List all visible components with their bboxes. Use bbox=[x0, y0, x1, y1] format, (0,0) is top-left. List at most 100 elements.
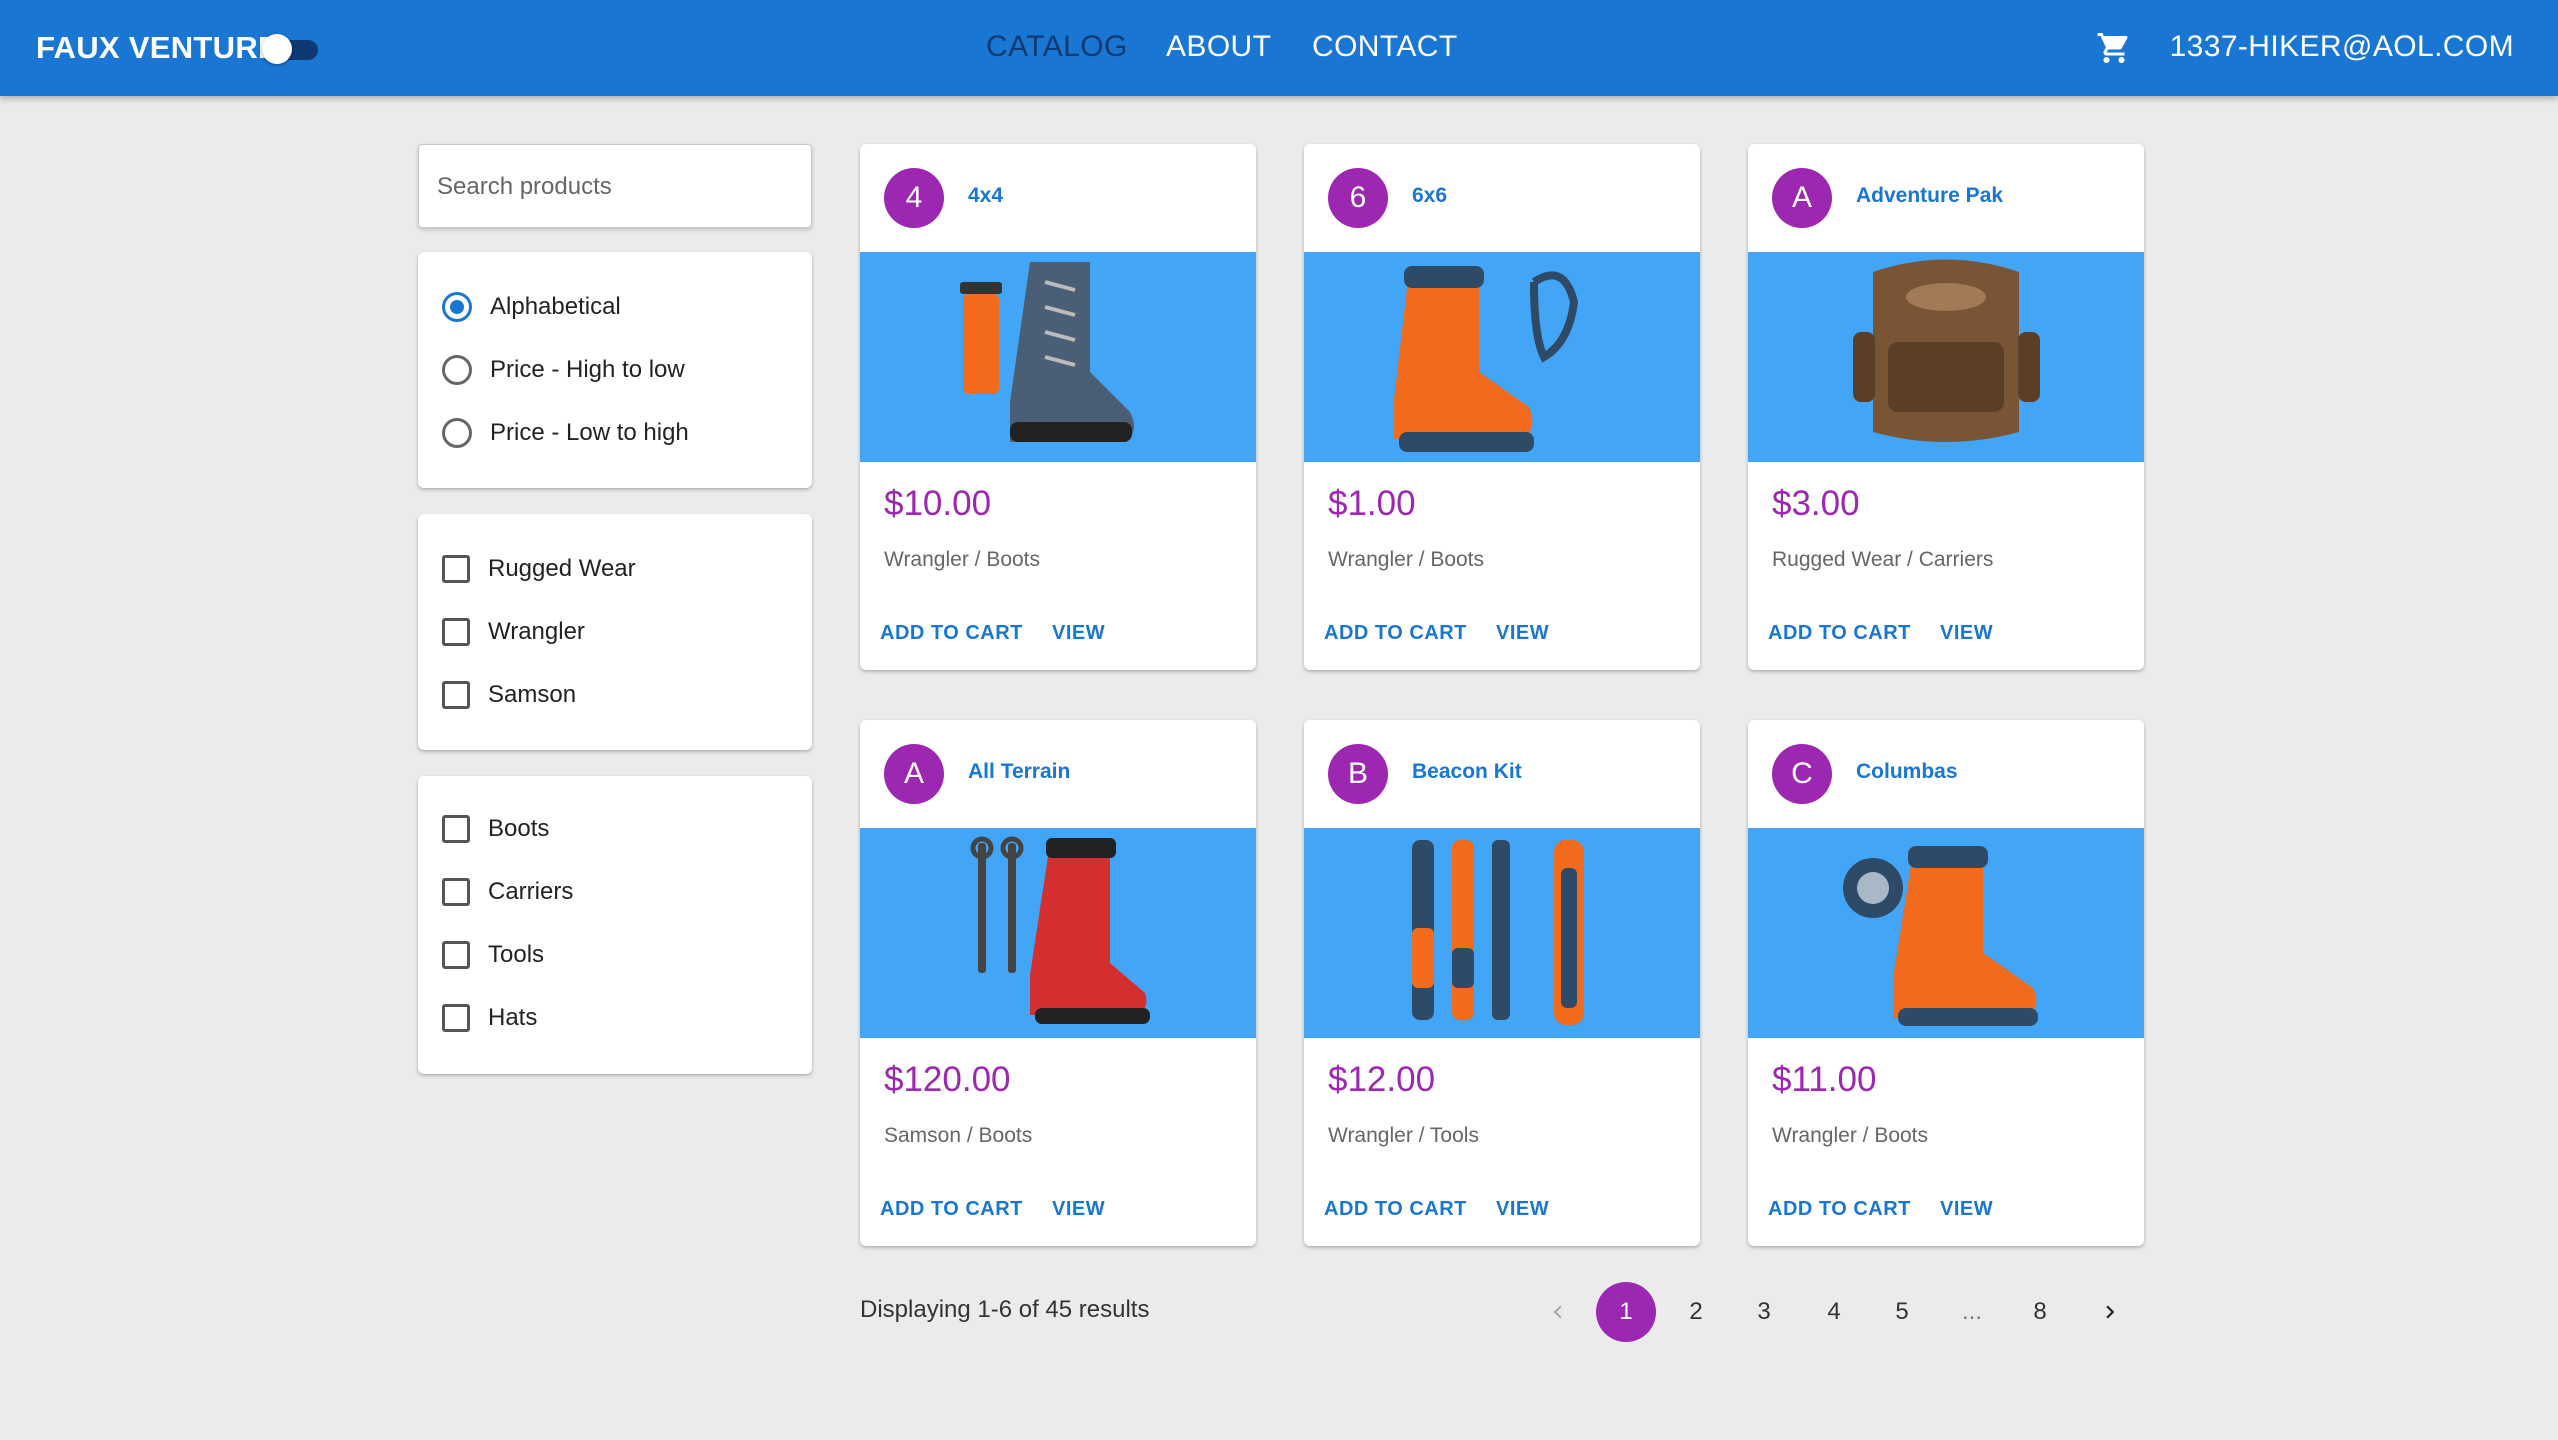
avatar: B bbox=[1328, 744, 1388, 804]
sort-panel: Alphabetical Price - High to low Price -… bbox=[418, 252, 812, 488]
brand-filter-panel: Rugged Wear Wrangler Samson bbox=[418, 514, 812, 750]
add-to-cart-button[interactable]: ADD TO CART bbox=[1768, 1198, 1911, 1221]
product-card: A Adventure Pak $3.00 Rugged Wear / Carr… bbox=[1748, 144, 2144, 670]
sort-option-label: Alphabetical bbox=[490, 293, 621, 320]
checkbox-icon[interactable] bbox=[442, 878, 470, 906]
page-2-button[interactable]: 2 bbox=[1666, 1282, 1726, 1342]
sort-option-label: Price - High to low bbox=[490, 356, 685, 383]
checkbox-icon[interactable] bbox=[442, 555, 470, 583]
product-card: 4 4x4 $10.00 Wrangler / Boots ADD TO CAR… bbox=[860, 144, 1256, 670]
page-ellipsis: ... bbox=[1961, 1298, 1982, 1325]
product-card: A All Terrain $120.00 Samson / Boots ADD… bbox=[860, 720, 1256, 1246]
product-title[interactable]: 6x6 bbox=[1412, 184, 1447, 208]
product-price: $11.00 bbox=[1772, 1060, 1877, 1099]
nav-contact[interactable]: CONTACT bbox=[1312, 30, 1458, 64]
avatar: A bbox=[884, 744, 944, 804]
brand-filter-rugged-wear[interactable]: Rugged Wear bbox=[442, 549, 636, 589]
view-button[interactable]: VIEW bbox=[1940, 622, 1993, 645]
brand-filter-samson[interactable]: Samson bbox=[442, 675, 576, 715]
checkbox-icon[interactable] bbox=[442, 815, 470, 843]
product-meta: Rugged Wear / Carriers bbox=[1772, 548, 1994, 571]
next-page-button[interactable] bbox=[2080, 1282, 2140, 1342]
app-bar: FAUX VENTURE CATALOG ABOUT CONTACT 1337-… bbox=[0, 0, 2558, 96]
product-meta: Wrangler / Boots bbox=[1328, 548, 1485, 571]
page-1-button[interactable]: 1 bbox=[1596, 1282, 1656, 1342]
sort-option-label: Price - Low to high bbox=[490, 419, 689, 446]
shopping-cart-icon[interactable] bbox=[2096, 30, 2132, 66]
product-title[interactable]: 4x4 bbox=[968, 184, 1003, 208]
category-filter-tools[interactable]: Tools bbox=[442, 935, 544, 975]
view-button[interactable]: VIEW bbox=[1496, 1198, 1549, 1221]
chevron-left-icon bbox=[1553, 1305, 1562, 1319]
radio-unchecked-icon[interactable] bbox=[442, 355, 472, 385]
category-filter-boots[interactable]: Boots bbox=[442, 809, 549, 849]
brand-filter-wrangler[interactable]: Wrangler bbox=[442, 612, 585, 652]
product-image[interactable] bbox=[1304, 828, 1700, 1038]
product-card: 6 6x6 $1.00 Wrangler / Boots ADD TO CART… bbox=[1304, 144, 1700, 670]
tools-image bbox=[1412, 840, 1584, 1025]
category-filter-panel: Boots Carriers Tools Hats bbox=[418, 776, 812, 1074]
user-email[interactable]: 1337-HIKER@AOL.COM bbox=[2170, 30, 2514, 64]
category-filter-hats[interactable]: Hats bbox=[442, 998, 537, 1038]
product-card: B Beacon Kit $12.00 Wrangler / Tools ADD… bbox=[1304, 720, 1700, 1246]
search-input[interactable] bbox=[437, 167, 797, 207]
brand-filter-label: Samson bbox=[488, 681, 577, 708]
brand-title[interactable]: FAUX VENTURE bbox=[36, 30, 279, 66]
product-meta: Wrangler / Boots bbox=[884, 548, 1041, 571]
chevron-right-icon bbox=[2106, 1305, 2115, 1319]
orange-boot-image bbox=[1394, 266, 1579, 452]
brand-filter-label: Rugged Wear bbox=[488, 555, 636, 582]
product-price: $1.00 bbox=[1328, 484, 1416, 523]
theme-toggle[interactable] bbox=[262, 34, 318, 64]
radio-unchecked-icon[interactable] bbox=[442, 418, 472, 448]
product-title[interactable]: Columbas bbox=[1856, 760, 1958, 784]
page-8-button[interactable]: 8 bbox=[2010, 1282, 2070, 1342]
page-3-button[interactable]: 3 bbox=[1734, 1282, 1794, 1342]
toggle-thumb bbox=[262, 34, 292, 64]
category-filter-label: Hats bbox=[488, 1004, 538, 1031]
product-image[interactable] bbox=[860, 252, 1256, 462]
category-filter-carriers[interactable]: Carriers bbox=[442, 872, 573, 912]
page-5-button[interactable]: 5 bbox=[1872, 1282, 1932, 1342]
category-filter-label: Tools bbox=[488, 941, 545, 968]
add-to-cart-button[interactable]: ADD TO CART bbox=[1324, 622, 1467, 645]
product-title[interactable]: All Terrain bbox=[968, 760, 1070, 784]
radio-checked-icon[interactable] bbox=[442, 292, 472, 322]
search-box[interactable] bbox=[418, 144, 812, 228]
product-meta: Wrangler / Tools bbox=[1328, 1124, 1479, 1147]
avatar: C bbox=[1772, 744, 1832, 804]
product-title[interactable]: Adventure Pak bbox=[1856, 184, 2003, 208]
backpack-image bbox=[1853, 259, 2040, 442]
product-image[interactable] bbox=[1748, 252, 2144, 462]
sort-option-high-to-low[interactable]: Price - High to low bbox=[442, 350, 685, 390]
product-image[interactable] bbox=[860, 828, 1256, 1038]
checkbox-icon[interactable] bbox=[442, 681, 470, 709]
add-to-cart-button[interactable]: ADD TO CART bbox=[1768, 622, 1911, 645]
product-price: $120.00 bbox=[884, 1060, 1011, 1099]
brand-filter-label: Wrangler bbox=[488, 618, 585, 645]
sort-option-low-to-high[interactable]: Price - Low to high bbox=[442, 413, 689, 453]
view-button[interactable]: VIEW bbox=[1052, 1198, 1105, 1221]
nav-catalog[interactable]: CATALOG bbox=[986, 30, 1128, 64]
page-4-button[interactable]: 4 bbox=[1804, 1282, 1864, 1342]
sort-option-alphabetical[interactable]: Alphabetical bbox=[442, 287, 621, 327]
product-title[interactable]: Beacon Kit bbox=[1412, 760, 1522, 784]
checkbox-icon[interactable] bbox=[442, 1004, 470, 1032]
view-button[interactable]: VIEW bbox=[1052, 622, 1105, 645]
view-button[interactable]: VIEW bbox=[1496, 622, 1549, 645]
orange-boot-image bbox=[1843, 846, 2038, 1026]
view-button[interactable]: VIEW bbox=[1940, 1198, 1993, 1221]
product-meta: Wrangler / Boots bbox=[1772, 1124, 1929, 1147]
product-price: $10.00 bbox=[884, 484, 992, 523]
product-price: $12.00 bbox=[1328, 1060, 1436, 1099]
checkbox-icon[interactable] bbox=[442, 618, 470, 646]
add-to-cart-button[interactable]: ADD TO CART bbox=[1324, 1198, 1467, 1221]
results-summary: Displaying 1-6 of 45 results bbox=[860, 1296, 1150, 1323]
add-to-cart-button[interactable]: ADD TO CART bbox=[880, 1198, 1023, 1221]
product-image[interactable] bbox=[1748, 828, 2144, 1038]
nav-about[interactable]: ABOUT bbox=[1166, 30, 1271, 64]
add-to-cart-button[interactable]: ADD TO CART bbox=[880, 622, 1023, 645]
checkbox-icon[interactable] bbox=[442, 941, 470, 969]
product-image[interactable] bbox=[1304, 252, 1700, 462]
prev-page-button[interactable] bbox=[1528, 1282, 1588, 1342]
